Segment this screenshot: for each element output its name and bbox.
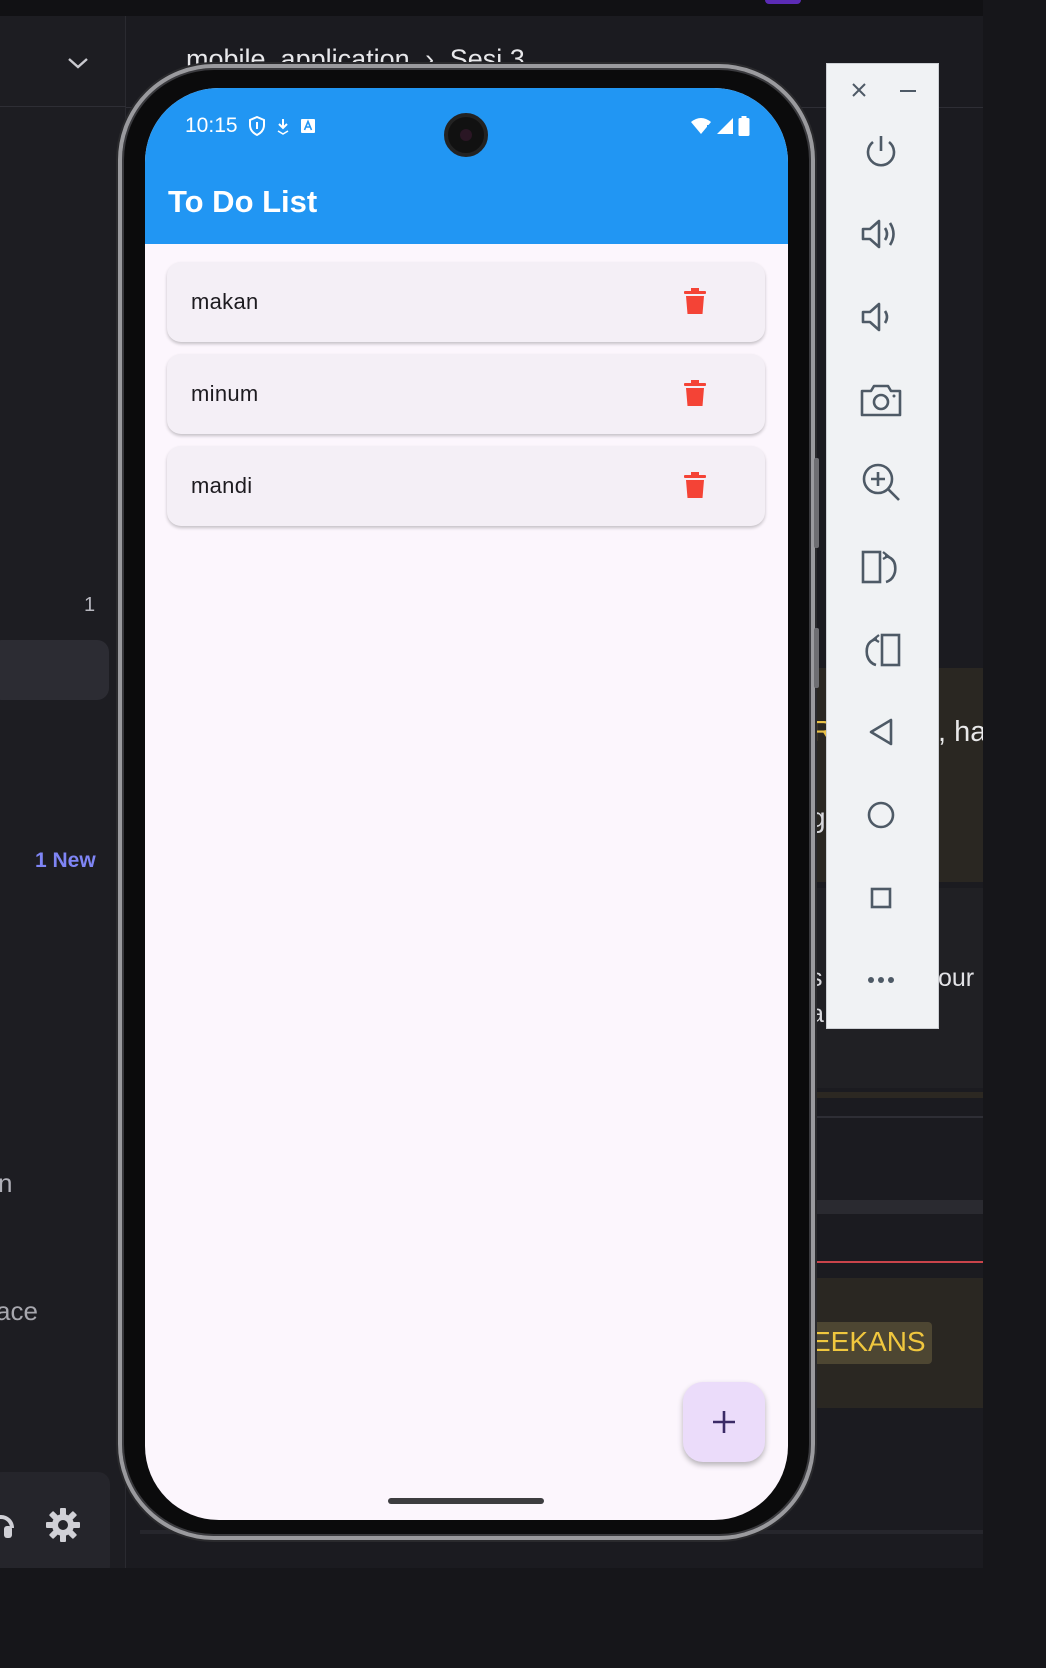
highlighted-tag: EEKANS [808,1322,932,1364]
volume-up-icon[interactable] [859,212,903,256]
phone-side-button [814,628,819,688]
todo-item[interactable]: minum [167,354,765,434]
todo-label: mandi [191,473,253,498]
signal-icon [717,118,733,134]
chevron-down-icon[interactable] [66,54,90,72]
back-icon[interactable] [859,710,903,754]
headset-icon[interactable] [0,1508,16,1542]
todo-label: makan [191,289,259,314]
background-divider [800,1200,983,1214]
sidebar-selected-item[interactable] [0,640,109,700]
top-indicator [765,0,801,4]
close-icon[interactable] [851,82,867,98]
shield-icon [248,116,265,136]
todo-item[interactable]: mandi [167,446,765,526]
sidebar-divider [0,106,126,107]
delete-icon[interactable] [683,380,707,407]
page-title: To Do List [168,184,318,219]
rotate-right-icon[interactable] [859,544,903,588]
card-text-fragment: , ha [938,716,983,748]
power-icon[interactable] [859,130,903,174]
sidebar-text-fragment: ace [0,1296,38,1326]
app-bar: 10:15 To Do List [145,88,788,244]
home-icon[interactable] [859,793,903,837]
sidebar-new-badge[interactable]: 1 New [35,849,96,873]
overview-icon[interactable] [859,876,903,920]
phone-side-button [814,458,819,548]
a-box-icon [300,119,315,133]
gear-icon[interactable] [44,1506,82,1544]
delete-icon[interactable] [683,472,707,499]
todo-item[interactable]: makan [167,262,765,342]
gesture-home-bar[interactable] [388,1498,544,1504]
add-todo-button[interactable] [683,1382,765,1462]
todo-label: minum [191,381,259,406]
status-bar-right [690,116,750,136]
background-divider [800,1092,983,1098]
zoom-in-icon[interactable] [859,460,903,504]
rotate-left-icon[interactable] [859,627,903,671]
battery-icon [738,116,750,136]
emulator-toolbar [826,63,939,1029]
delete-icon[interactable] [683,288,707,315]
status-bar: 10:15 [185,114,316,138]
plus-icon [713,1411,735,1433]
background-red-line [800,1261,983,1263]
background-divider [800,1116,983,1118]
status-time: 10:15 [185,114,238,137]
card-text-fragment: our [938,964,975,992]
volume-down-icon[interactable] [859,295,903,339]
front-camera [444,113,488,157]
left-sidebar: 1 1 New n ace [0,16,126,1568]
minimize-icon[interactable] [900,90,916,92]
download-icon [277,119,288,135]
more-icon[interactable] [859,958,903,1002]
wifi-icon [691,118,711,134]
window-top-bar [0,0,983,16]
camera-icon[interactable] [859,378,903,422]
sidebar-count: 1 [84,594,96,616]
phone-screen: 10:15 To Do List makan minum mandi [145,88,788,1520]
desktop: 1 1 New n ace mobile_application › Sesi … [0,0,983,1568]
sidebar-text-fragment: n [0,1168,13,1198]
